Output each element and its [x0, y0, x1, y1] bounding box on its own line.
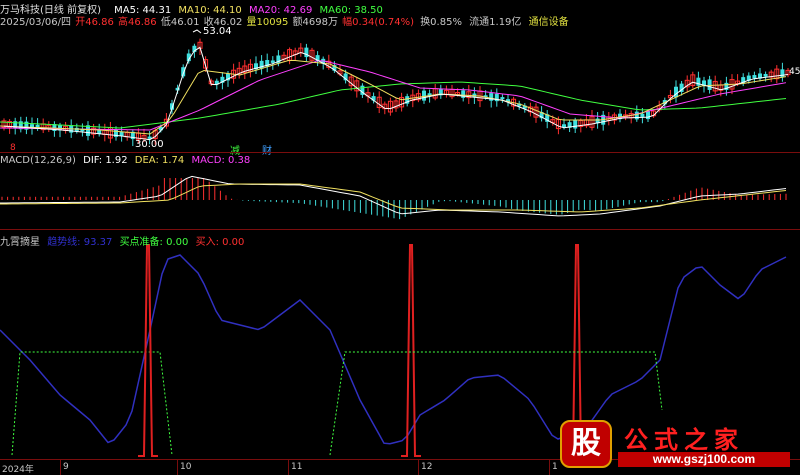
macd-value: MACD: 0.38	[191, 155, 251, 166]
candle	[752, 75, 757, 79]
candle	[573, 119, 578, 129]
xaxis-tick	[60, 460, 61, 475]
watermark-text: 公式之家	[624, 425, 744, 454]
finance-marker[interactable]: 财	[262, 142, 272, 157]
high-pointer	[192, 29, 202, 34]
candle	[461, 90, 466, 98]
candle	[707, 79, 712, 90]
dea-line	[0, 183, 787, 213]
watermark-url: www.gszj100.com	[618, 452, 790, 467]
high-price-label: 53.04	[203, 26, 232, 37]
ma60-line	[0, 81, 787, 129]
candle	[780, 69, 785, 78]
candle	[270, 60, 275, 63]
candle	[646, 111, 650, 120]
xaxis-label-4: 12	[421, 462, 433, 472]
buy-value: 买入: 0.00	[195, 237, 245, 248]
xaxis-label-3: 11	[291, 462, 303, 472]
indicator-title[interactable]: 九霄摘星	[0, 233, 40, 248]
xaxis-tick	[177, 460, 178, 475]
macd-header: MACD(12,26,9) DIF: 1.92 DEA: 1.74 MACD: …	[0, 155, 254, 166]
watermark: 股 公式之家 www.gszj100.com	[558, 418, 796, 470]
xaxis-label-1: 9	[63, 462, 69, 472]
dif-value: DIF: 1.92	[83, 155, 128, 166]
xaxis-label-2: 10	[180, 462, 192, 472]
candle	[489, 93, 494, 101]
dif-line	[0, 175, 787, 217]
dea-value: DEA: 1.74	[134, 155, 185, 166]
xaxis-label-0: 2024年	[2, 465, 34, 475]
panel-divider-2	[0, 229, 800, 230]
indicator-header: 九霄摘星 趋势线: 93.37 买点准备: 0.00 买入: 0.00	[0, 233, 248, 248]
candle	[304, 47, 309, 58]
macd-title[interactable]: MACD(12,26,9)	[0, 155, 76, 166]
watermark-logo: 股	[560, 420, 612, 468]
trend-line	[0, 254, 787, 445]
panel-divider-1	[0, 152, 800, 153]
right-price-label: 45	[789, 67, 800, 77]
xaxis-tick	[549, 460, 550, 475]
buy-spike	[138, 244, 158, 457]
low-price-label: 30.00	[135, 139, 164, 150]
candle	[500, 97, 505, 100]
prep-value: 买点准备: 0.00	[119, 237, 189, 248]
candle	[634, 111, 639, 120]
candle	[763, 73, 768, 77]
buy-spikes	[138, 244, 587, 457]
macd-histogram	[1, 178, 787, 220]
xaxis-tick	[288, 460, 289, 475]
candle	[562, 124, 566, 128]
candle	[422, 90, 426, 101]
xaxis-label-5: 1	[552, 462, 558, 472]
candle	[640, 113, 645, 117]
xaxis-tick	[418, 460, 419, 475]
buy-spike	[401, 244, 421, 457]
trend-value: 趋势线: 93.37	[47, 237, 113, 248]
